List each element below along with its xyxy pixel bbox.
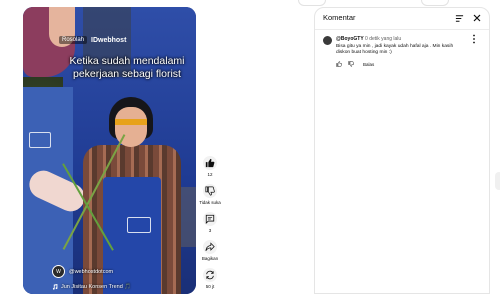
comment-time[interactable]: 0 detik yang lalu bbox=[365, 36, 401, 42]
comments-button[interactable] bbox=[203, 212, 217, 226]
page-scroll-handle[interactable] bbox=[495, 172, 500, 190]
comment-header: @BoyoGTY 0 detik yang lalu bbox=[336, 36, 401, 42]
comment-dislike-icon[interactable] bbox=[348, 61, 354, 67]
top-scrollcap-left bbox=[298, 0, 326, 6]
reply-button[interactable]: Balas bbox=[363, 62, 374, 67]
comment-like-icon[interactable] bbox=[336, 61, 342, 67]
dislike-icon bbox=[205, 186, 215, 196]
music-icon bbox=[52, 284, 58, 290]
comment-icon bbox=[205, 214, 215, 224]
comment-actions: Balas bbox=[336, 61, 374, 67]
share-icon bbox=[205, 242, 215, 251]
channel-row[interactable]: W @webhostdotcom bbox=[52, 265, 113, 278]
video-tags: Rosolah IDwebhost bbox=[59, 36, 126, 44]
share-label: Bagikan bbox=[201, 256, 219, 261]
like-count: 12 bbox=[207, 172, 213, 177]
like-icon bbox=[205, 158, 215, 168]
remix-icon bbox=[206, 270, 214, 280]
top-scrollcap-right bbox=[421, 0, 449, 6]
channel-name[interactable]: @webhostdotcom bbox=[69, 269, 113, 275]
sound-label: Jun Jisitau Konsen Trend 🎵 bbox=[61, 284, 132, 290]
video-overlay-title: Ketika sudah mendalami pekerjaan sebagi … bbox=[69, 55, 185, 80]
dislike-button[interactable] bbox=[203, 184, 217, 198]
video-person-left bbox=[23, 7, 90, 294]
like-button[interactable] bbox=[203, 156, 217, 170]
remix-label: 50 jt bbox=[205, 284, 215, 289]
comment-author[interactable]: @BoyoGTY bbox=[336, 36, 364, 42]
channel-avatar[interactable]: W bbox=[52, 265, 65, 278]
panel-divider bbox=[315, 29, 489, 30]
more-vert-icon[interactable] bbox=[471, 34, 477, 44]
dislike-label: Tidak suka bbox=[199, 200, 221, 205]
sound-row[interactable]: Jun Jisitau Konsen Trend 🎵 bbox=[52, 284, 131, 290]
action-rail: 12 Tidak suka 3 Bagikan 50 jt bbox=[198, 156, 222, 296]
share-button[interactable] bbox=[203, 240, 217, 254]
short-video-player[interactable]: Rosolah IDwebhost Ketika sudah mendalami… bbox=[23, 7, 196, 294]
comments-panel: Komentar @BoyoGTY 0 detik yang lalu Bisa… bbox=[314, 7, 490, 294]
comment-avatar[interactable] bbox=[323, 36, 332, 45]
remix-button[interactable] bbox=[203, 268, 217, 282]
sort-icon[interactable] bbox=[455, 14, 464, 23]
comment-count: 3 bbox=[208, 228, 212, 233]
panel-title: Komentar bbox=[323, 13, 356, 22]
close-icon[interactable] bbox=[472, 13, 482, 23]
brand-watermark: IDwebhost bbox=[91, 36, 127, 44]
comment-text: Bisa gitu ya min , jadi kayak udah hafal… bbox=[336, 44, 454, 56]
promo-label: Rosolah bbox=[59, 36, 88, 44]
